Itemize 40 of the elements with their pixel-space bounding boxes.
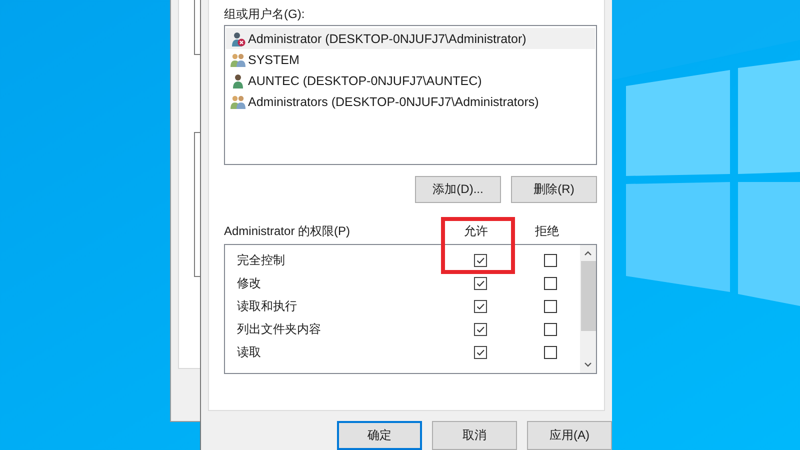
user-name: Administrator (DESKTOP-0NJUFJ7\Administrator) bbox=[248, 32, 526, 46]
apply-button[interactable]: 应用(A) bbox=[527, 421, 612, 450]
column-header: 允许 bbox=[463, 222, 489, 240]
permission-name: 修改 bbox=[236, 275, 262, 292]
ok-button[interactable]: 确定 bbox=[337, 421, 422, 450]
user-item[interactable]: Administrators (DESKTOP-0NJUFJ7\Administrators) bbox=[226, 91, 595, 112]
permission-name: 列出文件夹内容 bbox=[236, 321, 322, 338]
deny-checkbox[interactable] bbox=[544, 346, 556, 359]
scrollbar[interactable] bbox=[580, 245, 596, 373]
allow-checkbox[interactable] bbox=[474, 300, 486, 313]
remove-button[interactable]: 删除(R) bbox=[511, 176, 597, 203]
user-item[interactable]: Administrator (DESKTOP-0NJUFJ7\Administrator) bbox=[226, 28, 595, 49]
scroll-down-icon[interactable] bbox=[583, 361, 593, 369]
permissions-label: Administrator 的权限(P) bbox=[224, 222, 352, 240]
deny-checkbox[interactable] bbox=[544, 277, 556, 290]
users-icon bbox=[230, 94, 246, 110]
column-header: 拒绝 bbox=[534, 222, 560, 240]
add-button[interactable]: 添加(D)... bbox=[415, 176, 501, 203]
user-item[interactable]: AUNTEC (DESKTOP-0NJUFJ7\AUNTEC) bbox=[226, 70, 595, 91]
user-name: Administrators (DESKTOP-0NJUFJ7\Administrators) bbox=[248, 94, 539, 108]
permission-name: 完全控制 bbox=[236, 252, 286, 269]
scroll-up-icon[interactable] bbox=[583, 249, 593, 257]
user-name: AUNTEC (DESKTOP-0NJUFJ7\AUNTEC) bbox=[248, 74, 482, 88]
deny-checkbox[interactable] bbox=[544, 323, 556, 336]
user-name: SYSTEM bbox=[248, 52, 300, 66]
user-item[interactable]: SYSTEM bbox=[226, 49, 595, 70]
allow-checkbox[interactable] bbox=[474, 254, 486, 267]
user-icon bbox=[230, 30, 246, 46]
group-label: 组或用户名(G): bbox=[224, 6, 306, 23]
users-icon bbox=[230, 52, 246, 68]
scroll-thumb[interactable] bbox=[580, 261, 596, 331]
allow-checkbox[interactable] bbox=[474, 277, 486, 290]
permission-name: 读取 bbox=[236, 344, 262, 361]
allow-checkbox[interactable] bbox=[474, 323, 486, 336]
cancel-button[interactable]: 取消 bbox=[432, 421, 517, 450]
permission-name: 读取和执行 bbox=[236, 298, 298, 315]
allow-checkbox[interactable] bbox=[474, 346, 486, 359]
deny-checkbox[interactable] bbox=[544, 300, 556, 313]
user-icon bbox=[230, 72, 246, 88]
deny-checkbox[interactable] bbox=[544, 254, 556, 267]
